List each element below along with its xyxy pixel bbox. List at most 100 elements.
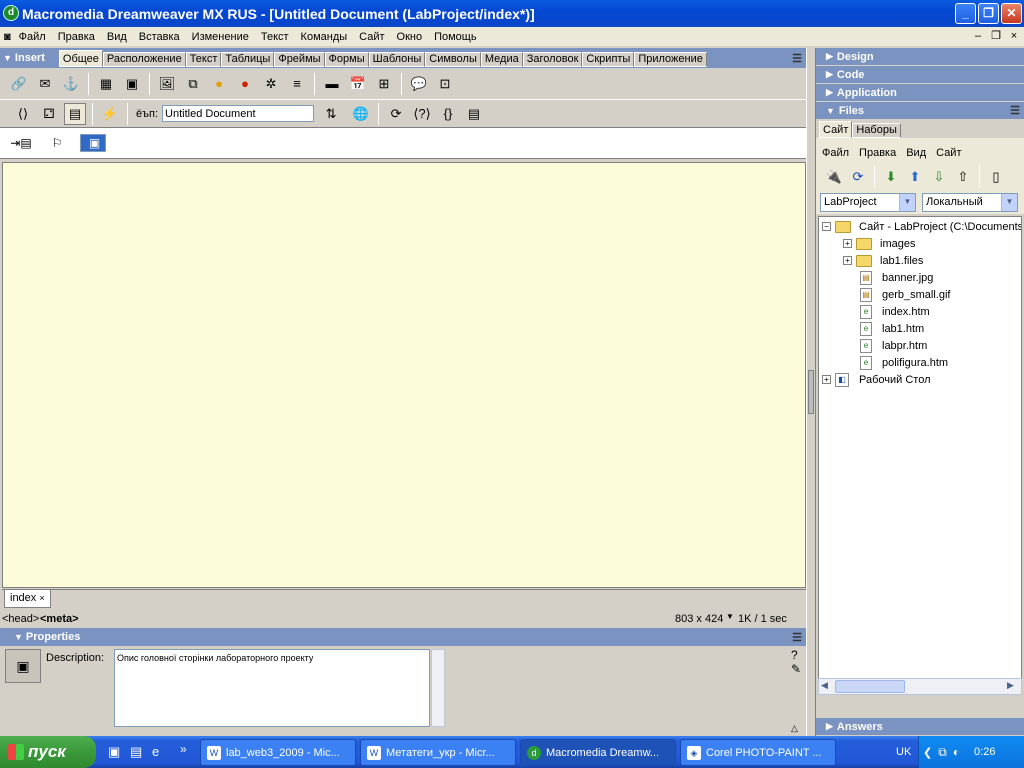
- flash-icon[interactable]: ●: [234, 73, 256, 95]
- minimize-button[interactable]: _: [955, 3, 976, 24]
- tree-root[interactable]: − Сайт - LabProject (C:\Documents: [822, 218, 1021, 235]
- collapse-icon[interactable]: −: [822, 222, 831, 231]
- dreamweaver-icon[interactable]: d: [3, 5, 19, 21]
- panel-options-icon[interactable]: ☰: [792, 52, 802, 65]
- refresh-icon[interactable]: ⟳: [848, 166, 868, 188]
- window-size-dropdown-icon[interactable]: ▼: [726, 612, 734, 621]
- design-canvas[interactable]: [2, 162, 806, 588]
- refresh-icon[interactable]: ⟳: [385, 103, 407, 125]
- expand-properties-icon[interactable]: △: [791, 723, 798, 734]
- tree-item[interactable]: e index.htm: [860, 303, 930, 320]
- scroll-left-icon[interactable]: ◀: [821, 680, 828, 691]
- files-menu-site[interactable]: Сайт: [936, 147, 961, 159]
- table-icon[interactable]: ▦: [95, 73, 117, 95]
- put-files-icon[interactable]: ⬆: [905, 166, 925, 188]
- tabular-data-icon[interactable]: ⊞: [373, 73, 395, 95]
- document-tab-close[interactable]: ×: [39, 593, 44, 603]
- task-word-metatags[interactable]: W Метатеги_укр - Micr...: [360, 739, 516, 766]
- standard-view-icon[interactable]: ⇥▤: [8, 134, 34, 152]
- properties-title[interactable]: Properties: [26, 631, 80, 643]
- quicklaunch-ie-icon[interactable]: e: [152, 744, 159, 759]
- tab-text[interactable]: Текст: [185, 51, 222, 67]
- tab-assets[interactable]: Наборы: [852, 123, 901, 138]
- task-corel[interactable]: ◈ Corel PHOTO-PAINT ...: [680, 739, 836, 766]
- menu-insert[interactable]: Вставка: [133, 31, 186, 43]
- application-panel-header[interactable]: ▶ Application: [816, 84, 1024, 102]
- code-panel-header[interactable]: ▶ Code: [816, 66, 1024, 84]
- code-view-icon[interactable]: ⟨⟩: [12, 103, 34, 125]
- tab-characters[interactable]: Символы: [425, 51, 481, 67]
- site-select[interactable]: LabProject ▼: [820, 192, 916, 212]
- window-size[interactable]: 803 x 424: [675, 613, 723, 625]
- comment-icon[interactable]: 💬: [408, 73, 430, 95]
- rollover-image-icon[interactable]: ⧉: [182, 73, 204, 95]
- help-icon[interactable]: ?: [791, 648, 798, 662]
- meta-tag-icon[interactable]: ▣: [80, 134, 106, 152]
- tab-layout[interactable]: Расположение: [102, 51, 186, 67]
- network-icon[interactable]: ⧉: [938, 745, 947, 760]
- panel-options-icon[interactable]: ☰: [1010, 104, 1020, 117]
- doc-close-button[interactable]: ×: [1006, 29, 1022, 43]
- tab-tables[interactable]: Таблицы: [221, 51, 275, 67]
- description-textarea[interactable]: Опис головної сторінки лабораторного про…: [114, 649, 430, 727]
- collapse-triangle-icon[interactable]: ▼: [14, 632, 23, 642]
- check-in-icon[interactable]: ⇧: [953, 166, 973, 188]
- menu-view[interactable]: Вид: [101, 31, 133, 43]
- menu-edit[interactable]: Правка: [52, 31, 101, 43]
- scroll-thumb[interactable]: [835, 680, 905, 693]
- tab-site[interactable]: Сайт: [819, 121, 853, 138]
- edit-tag-icon[interactable]: ⊡: [434, 73, 456, 95]
- menu-site[interactable]: Сайт: [353, 31, 390, 43]
- expand-icon[interactable]: +: [822, 375, 831, 384]
- quicklaunch-word-icon[interactable]: ▣: [108, 744, 120, 760]
- files-menu-file[interactable]: Файл: [822, 147, 849, 159]
- tab-head[interactable]: Заголовок: [522, 51, 583, 67]
- head-content-icon[interactable]: ⚐: [44, 134, 70, 152]
- expand-icon[interactable]: +: [843, 256, 852, 265]
- tab-forms[interactable]: Формы: [324, 51, 369, 67]
- task-dreamweaver[interactable]: d Macromedia Dreamw...: [520, 739, 676, 766]
- view-select[interactable]: Локальный ▼: [922, 192, 1018, 212]
- start-button[interactable]: пуск: [0, 736, 96, 768]
- tree-item[interactable]: e labpr.htm: [860, 337, 927, 354]
- design-view-icon[interactable]: ▤: [64, 102, 86, 125]
- live-data-icon[interactable]: ⚡: [99, 103, 121, 125]
- quicklaunch-save-icon[interactable]: ▤: [130, 744, 142, 760]
- expand-icon[interactable]: +: [843, 239, 852, 248]
- menu-text[interactable]: Текст: [255, 31, 295, 43]
- code-navigation-icon[interactable]: {}: [437, 103, 459, 125]
- file-management-icon[interactable]: ⇅: [320, 103, 342, 125]
- layer-icon[interactable]: ▣: [121, 73, 143, 95]
- design-panel-header[interactable]: ▶ Design: [816, 48, 1024, 66]
- tree-horizontal-scrollbar[interactable]: ◀ ▶: [818, 678, 1022, 695]
- menu-modify[interactable]: Изменение: [186, 31, 255, 43]
- menu-window[interactable]: Окно: [391, 31, 429, 43]
- email-link-icon[interactable]: ✉: [34, 73, 56, 95]
- menu-help[interactable]: Помощь: [428, 31, 483, 43]
- check-out-icon[interactable]: ⇩: [929, 166, 949, 188]
- reference-icon[interactable]: ⟨?⟩: [411, 103, 433, 125]
- fireworks-html-icon[interactable]: ●: [208, 73, 230, 95]
- server-side-include-icon[interactable]: ✲: [260, 73, 282, 95]
- files-menu-edit[interactable]: Правка: [859, 147, 896, 159]
- collapse-triangle-icon[interactable]: ▼: [3, 53, 12, 63]
- app-menu-icon[interactable]: ◙: [0, 31, 13, 43]
- doc-minimize-button[interactable]: –: [970, 29, 986, 43]
- tab-templates[interactable]: Шаблоны: [368, 51, 426, 67]
- image-icon[interactable]: 🖼: [156, 73, 178, 95]
- hyperlink-icon[interactable]: 🔗: [8, 73, 30, 95]
- split-view-icon[interactable]: ⚁: [38, 103, 60, 125]
- navigation-bar-icon[interactable]: ≡: [286, 73, 308, 95]
- doc-restore-button[interactable]: ❐: [988, 29, 1004, 43]
- close-button[interactable]: ✕: [1001, 3, 1022, 24]
- get-files-icon[interactable]: ⬇: [881, 166, 901, 188]
- date-icon[interactable]: 📅: [347, 73, 369, 95]
- quicklaunch-more-icon[interactable]: »: [180, 742, 187, 756]
- volume-icon[interactable]: ◐: [953, 745, 960, 759]
- tab-media[interactable]: Медиа: [480, 51, 523, 67]
- tray-arrow-icon[interactable]: ❮: [923, 746, 932, 759]
- maximize-button[interactable]: ❐: [978, 3, 999, 24]
- scroll-right-icon[interactable]: ▶: [1007, 680, 1014, 691]
- tree-item[interactable]: ▤ gerb_small.gif: [860, 286, 950, 303]
- panel-splitter[interactable]: [806, 48, 816, 736]
